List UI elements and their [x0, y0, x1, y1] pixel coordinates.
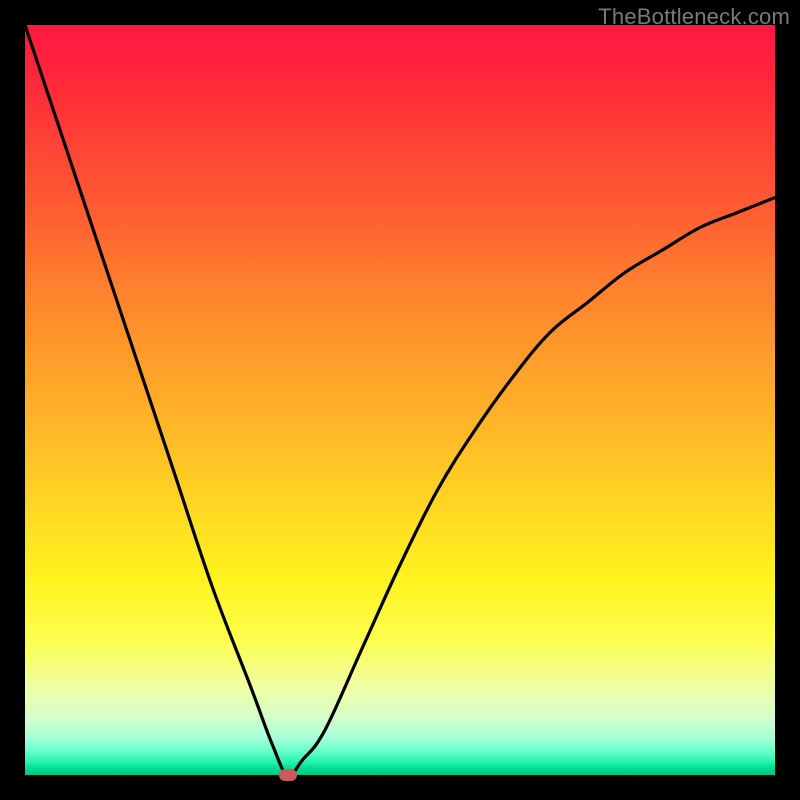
plot-area	[25, 25, 775, 775]
bottleneck-curve-path	[25, 25, 775, 775]
curve-svg	[25, 25, 775, 775]
chart-frame: TheBottleneck.com	[0, 0, 800, 800]
optimal-marker	[279, 769, 297, 781]
watermark-text: TheBottleneck.com	[598, 4, 790, 30]
